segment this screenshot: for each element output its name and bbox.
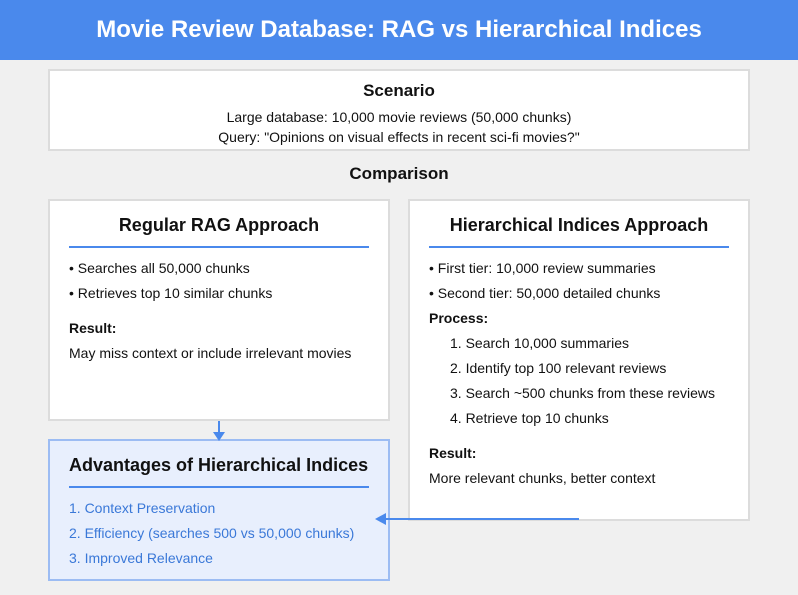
rag-to-advantages-arrowhead-icon [213,432,225,441]
hierarchical-to-advantages-arrowhead-icon [375,513,386,525]
connector-arrows [213,421,579,525]
